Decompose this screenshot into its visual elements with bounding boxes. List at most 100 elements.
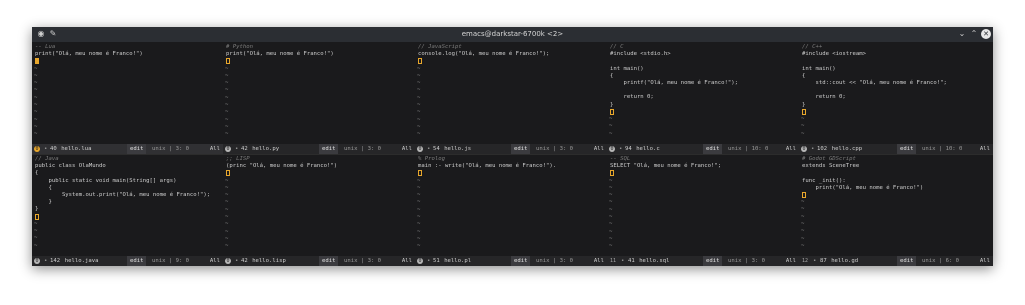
scroll-position: All	[401, 146, 412, 152]
buffer-name[interactable]: hello.java	[65, 256, 99, 266]
comment-line: // Java	[35, 156, 59, 162]
buffer-name[interactable]: hello.sql	[639, 256, 669, 266]
major-mode-badge[interactable]: edit	[703, 256, 723, 266]
mode-line[interactable]: 12 • 87 hello.gd edit unix | 6: 0 All	[799, 256, 993, 266]
buffer-name[interactable]: hello.c	[636, 144, 660, 154]
buffer-size: 40	[50, 146, 57, 152]
editor-pane[interactable]: -- SQL SELECT "Olá, meu nome é Franco!"; ~…	[607, 154, 800, 266]
empty-line-markers: ~ ~ ~ ~ ~ ~ ~ ~ ~ ~	[34, 65, 38, 138]
code-buffer[interactable]: // Java public class OlaMundo{ public sta…	[35, 156, 221, 221]
mode-line[interactable]: 0 • 42 hello.py edit unix | 3: 0 All	[223, 144, 415, 154]
empty-line-markers: ~ ~ ~ ~ ~ ~ ~ ~ ~ ~	[417, 177, 421, 250]
mode-line[interactable]: 0 • 51 hello.pl edit unix | 3: 0 All	[415, 256, 607, 266]
major-mode-badge[interactable]: edit	[127, 256, 147, 266]
buffer-size: 94	[625, 146, 632, 152]
code-buffer[interactable]: // C++ #include <iostream> int main(){ std…	[802, 44, 991, 116]
window-number: 12	[801, 258, 809, 264]
window-number: 0	[225, 146, 231, 152]
encoding-position: unix | 3: 0	[536, 258, 574, 264]
emacs-window: ◉ ✎ emacs@darkstar-6700k <2> ⌄ ⌃ ✕ -- Lu…	[32, 27, 993, 266]
scroll-position: All	[593, 258, 604, 264]
mode-line[interactable]: 11 • 41 hello.sql edit unix | 3: 0 All	[607, 256, 799, 266]
text-cursor	[802, 191, 806, 198]
editor-pane[interactable]: ;; LISP (princ "Olá, meu nome é Franco!")…	[223, 154, 416, 266]
mode-line[interactable]: 0 • 40 hello.lua edit unix | 3: 0 All	[32, 144, 223, 154]
code-line: {	[802, 72, 806, 79]
editor-pane[interactable]: // C++ #include <iostream> int main(){ std…	[799, 42, 993, 154]
code-line: extends SceneTree	[802, 163, 860, 170]
buffer-name[interactable]: hello.lua	[61, 144, 91, 154]
encoding-position: unix | 3: 0	[728, 258, 766, 264]
mode-line[interactable]: 0 • 42 hello.lisp edit unix | 3: 0 All	[223, 256, 415, 266]
major-mode-badge[interactable]: edit	[703, 144, 723, 154]
editor-pane[interactable]: // C #include <stdio.h> int main(){ printf…	[607, 42, 800, 154]
comment-line: // C	[610, 44, 624, 50]
text-cursor	[418, 58, 422, 65]
buffer-size: 51	[433, 258, 440, 264]
code-buffer[interactable]: -- Lua print("Olá, meu nome é Franco!")	[35, 44, 221, 66]
code-line: return 0;	[802, 94, 846, 101]
mode-line[interactable]: 0 • 142 hello.java edit unix | 9: 0 All	[32, 256, 223, 266]
major-mode-badge[interactable]: edit	[127, 144, 147, 154]
text-cursor	[226, 170, 230, 177]
editor-pane[interactable]: % Prolog main :- write("Olá, meu nome é F…	[415, 154, 608, 266]
code-buffer[interactable]: # Godot GDScript extends SceneTree func _i…	[802, 156, 991, 199]
mode-line[interactable]: 0 • 54 hello.js edit unix | 3: 0 All	[415, 144, 607, 154]
editor-pane[interactable]: // Java public class OlaMundo{ public sta…	[32, 154, 224, 266]
major-mode-badge[interactable]: edit	[319, 256, 339, 266]
major-mode-badge[interactable]: edit	[511, 256, 531, 266]
close-button[interactable]: ✕	[981, 29, 991, 39]
window-number: 0	[609, 146, 615, 152]
buffer-name[interactable]: hello.py	[252, 144, 279, 154]
empty-line-markers: ~ ~ ~ ~	[34, 220, 38, 249]
buffer-name[interactable]: hello.lisp	[252, 256, 286, 266]
major-mode-badge[interactable]: edit	[319, 144, 339, 154]
editor-pane[interactable]: // JavaScript console.log("Olá, meu nome …	[415, 42, 608, 154]
code-line: int main()	[802, 65, 836, 72]
code-line: {	[35, 170, 39, 177]
comment-line: # Godot GDScript	[802, 156, 856, 162]
empty-line-markers: ~ ~ ~ ~ ~ ~ ~ ~ ~ ~	[417, 65, 421, 138]
mode-line[interactable]: 0 • 94 hello.c edit unix | 10: 0 All	[607, 144, 799, 154]
window-number: 11	[609, 258, 617, 264]
mode-line[interactable]: 0 • 102 hello.cpp edit unix | 10: 0 All	[799, 144, 993, 154]
maximize-button[interactable]: ⌃	[969, 29, 979, 39]
code-buffer[interactable]: -- SQL SELECT "Olá, meu nome é Franco!";	[610, 156, 797, 178]
code-buffer[interactable]: % Prolog main :- write("Olá, meu nome é F…	[418, 156, 605, 178]
modified-indicator: •	[621, 258, 625, 264]
encoding-position: unix | 3: 0	[536, 146, 574, 152]
code-buffer[interactable]: // JavaScript console.log("Olá, meu nome …	[418, 44, 605, 66]
encoding-position: unix | 6: 0	[922, 258, 960, 264]
editor-pane[interactable]: # Python print("Olá, meu nome é Franco!")…	[223, 42, 416, 154]
buffer-size: 87	[820, 258, 827, 264]
major-mode-badge[interactable]: edit	[511, 144, 531, 154]
code-buffer[interactable]: ;; LISP (princ "Olá, meu nome é Franco!")	[226, 156, 413, 178]
buffer-size: 142	[50, 258, 61, 264]
encoding-position: unix | 3: 0	[344, 258, 382, 264]
buffer-name[interactable]: hello.pl	[444, 256, 471, 266]
empty-line-markers: ~ ~ ~ ~ ~ ~ ~ ~ ~ ~	[225, 65, 229, 138]
editor-pane[interactable]: # Godot GDScript extends SceneTree func _i…	[799, 154, 993, 266]
major-mode-badge[interactable]: edit	[897, 256, 917, 266]
editor-pane[interactable]: -- Lua print("Olá, meu nome é Franco!") ~ …	[32, 42, 224, 154]
title-bar[interactable]: ◉ ✎ emacs@darkstar-6700k <2> ⌄ ⌃ ✕	[32, 27, 993, 42]
minimize-button[interactable]: ⌄	[957, 29, 967, 39]
scroll-position: All	[979, 146, 990, 152]
code-line: SELECT "Olá, meu nome é Franco!";	[610, 163, 722, 170]
empty-line-markers: ~ ~ ~ ~ ~ ~ ~ ~ ~ ~	[609, 177, 613, 250]
code-buffer[interactable]: # Python print("Olá, meu nome é Franco!")	[226, 44, 413, 66]
scroll-position: All	[979, 258, 990, 264]
empty-line-markers: ~ ~ ~	[609, 116, 613, 137]
editor-grid: -- Lua print("Olá, meu nome é Franco!") ~ …	[32, 42, 993, 266]
buffer-size: 42	[241, 146, 248, 152]
modified-indicator: •	[427, 146, 431, 152]
buffer-name[interactable]: hello.js	[444, 144, 471, 154]
buffer-name[interactable]: hello.gd	[831, 256, 858, 266]
major-mode-badge[interactable]: edit	[897, 144, 917, 154]
encoding-position: unix | 9: 0	[152, 258, 190, 264]
code-buffer[interactable]: // C #include <stdio.h> int main(){ printf…	[610, 44, 797, 116]
buffer-name[interactable]: hello.cpp	[832, 144, 862, 154]
